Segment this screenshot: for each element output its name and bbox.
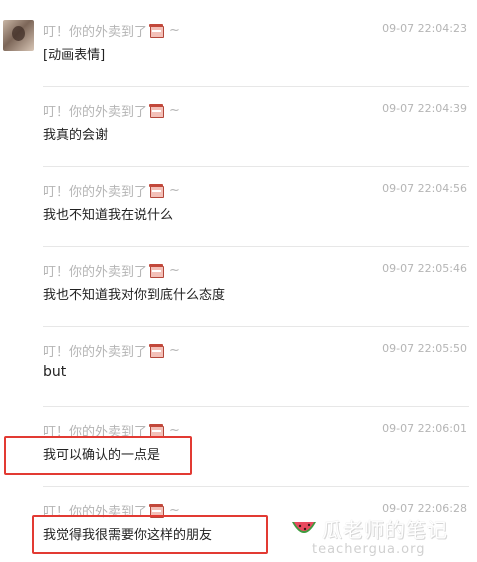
message-timestamp: 09-07 22:06:01: [382, 422, 467, 435]
sender-avatar[interactable]: [3, 20, 34, 51]
sender-name: 叮！你的外卖到了: [43, 24, 148, 40]
message-timestamp: 09-07 22:04:39: [382, 102, 467, 115]
sender-suffix: ~: [169, 262, 180, 278]
takeout-box-emoji-icon: [149, 343, 165, 358]
sender-name: 叮！你的外卖到了: [43, 184, 148, 200]
watermark: 瓜老师的笔记 teachergua.org: [290, 512, 470, 562]
sender-suffix: ~: [169, 182, 180, 198]
sender-suffix: ~: [169, 342, 180, 358]
highlight-box: [4, 436, 192, 475]
sender-name: 叮！你的外卖到了: [43, 344, 148, 360]
watermark-title: 瓜老师的笔记: [322, 518, 448, 542]
message-sender: 叮！你的外卖到了 ~: [43, 102, 180, 120]
message-timestamp: 09-07 22:04:56: [382, 182, 467, 195]
highlight-box: [32, 515, 268, 554]
takeout-box-emoji-icon: [149, 183, 165, 198]
message-sender: 叮！你的外卖到了 ~: [43, 182, 180, 200]
takeout-box-emoji-icon: [149, 23, 165, 38]
watermelon-logo-icon: [292, 522, 316, 533]
chat-history: 叮！你的外卖到了 ~ 09-07 22:04:23 [动画表情] 叮！你的外卖到…: [0, 0, 477, 562]
takeout-box-emoji-icon: [149, 263, 165, 278]
message-item: 叮！你的外卖到了 ~ 09-07 22:04:56 我也不知道我在说什么: [43, 166, 469, 246]
message-item: 叮！你的外卖到了 ~ 09-07 22:04:39 我真的会谢: [43, 86, 469, 166]
message-text: 我也不知道我在说什么: [43, 208, 174, 223]
message-text: but: [43, 364, 67, 380]
sender-suffix: ~: [169, 22, 180, 38]
message-timestamp: 09-07 22:04:23: [382, 22, 467, 35]
message-sender: 叮！你的外卖到了 ~: [43, 262, 180, 280]
message-timestamp: 09-07 22:05:46: [382, 262, 467, 275]
message-text: 我也不知道我对你到底什么态度: [43, 288, 226, 303]
message-text: [动画表情]: [43, 48, 106, 63]
watermark-url: teachergua.org: [312, 542, 426, 557]
message-sender: 叮！你的外卖到了 ~: [43, 22, 180, 40]
takeout-box-emoji-icon: [149, 423, 165, 438]
message-timestamp: 09-07 22:05:50: [382, 342, 467, 355]
sender-name: 叮！你的外卖到了: [43, 264, 148, 280]
sender-suffix: ~: [169, 102, 180, 118]
message-item: 叮！你的外卖到了 ~ 09-07 22:05:50 but: [43, 326, 469, 406]
takeout-box-emoji-icon: [149, 103, 165, 118]
message-item: 叮！你的外卖到了 ~ 09-07 22:05:46 我也不知道我对你到底什么态度: [43, 246, 469, 326]
sender-name: 叮！你的外卖到了: [43, 104, 148, 120]
message-item: 叮！你的外卖到了 ~ 09-07 22:04:23 [动画表情]: [43, 6, 469, 86]
message-text: 我真的会谢: [43, 128, 109, 143]
message-sender: 叮！你的外卖到了 ~: [43, 342, 180, 360]
